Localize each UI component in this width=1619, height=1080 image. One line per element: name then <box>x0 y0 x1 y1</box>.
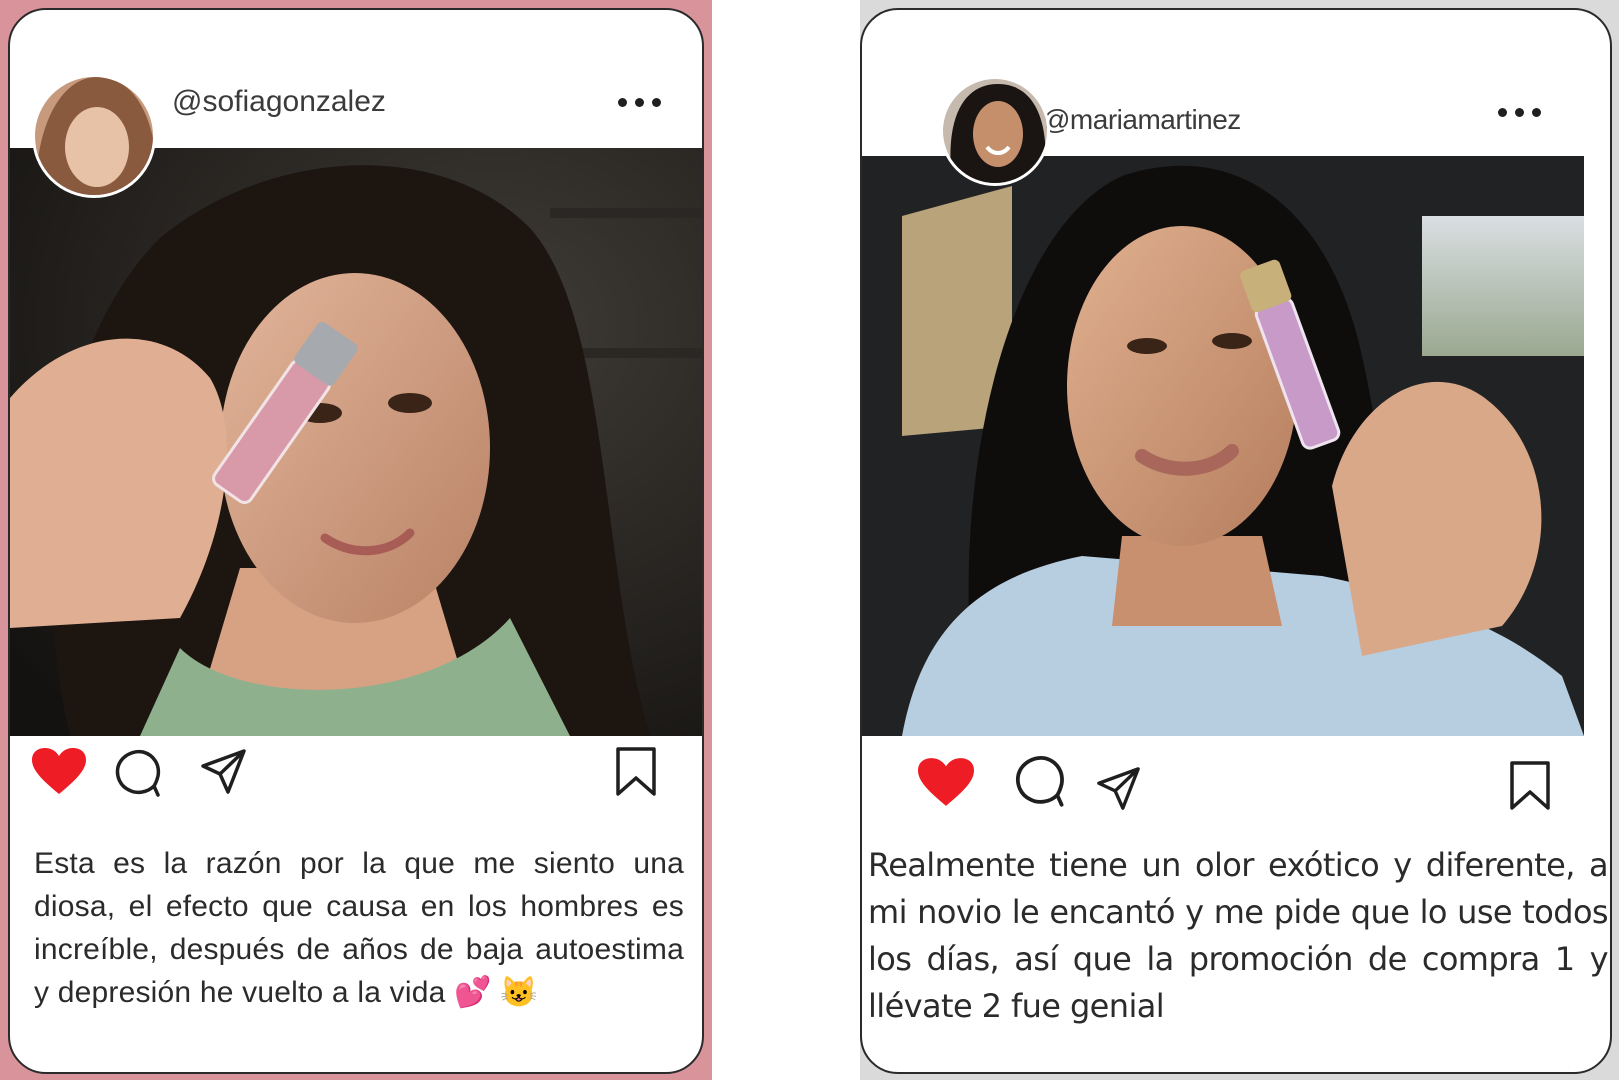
post-caption: Realmente tiene un olor exótico y difere… <box>868 846 1609 1025</box>
post-photo <box>10 148 702 736</box>
post-photo-image <box>10 148 702 736</box>
post-photo <box>862 156 1584 736</box>
post-caption: Esta es la razón por la que me siento un… <box>34 847 684 1009</box>
heart-icon[interactable] <box>918 758 974 808</box>
avatar[interactable] <box>940 76 1050 186</box>
bookmark-icon[interactable] <box>1508 760 1552 812</box>
post-card: @sofiagonzalez Esta es la razón por la q… <box>8 8 704 1074</box>
share-icon[interactable] <box>1096 766 1142 812</box>
more-icon[interactable] <box>618 98 662 110</box>
comment-icon[interactable] <box>1014 754 1066 808</box>
post-username[interactable]: @sofiagonzalez <box>172 85 386 119</box>
avatar[interactable] <box>32 74 156 198</box>
share-icon[interactable] <box>200 748 248 796</box>
bookmark-icon[interactable] <box>614 746 658 798</box>
post-card: @mariamartinez Realmente tiene un olor e… <box>860 8 1612 1074</box>
more-icon[interactable] <box>1498 108 1542 120</box>
heart-icon[interactable] <box>32 748 86 796</box>
post-username[interactable]: @mariamartinez <box>1042 104 1241 136</box>
post-photo-image <box>862 156 1584 736</box>
comment-icon[interactable] <box>114 748 162 798</box>
